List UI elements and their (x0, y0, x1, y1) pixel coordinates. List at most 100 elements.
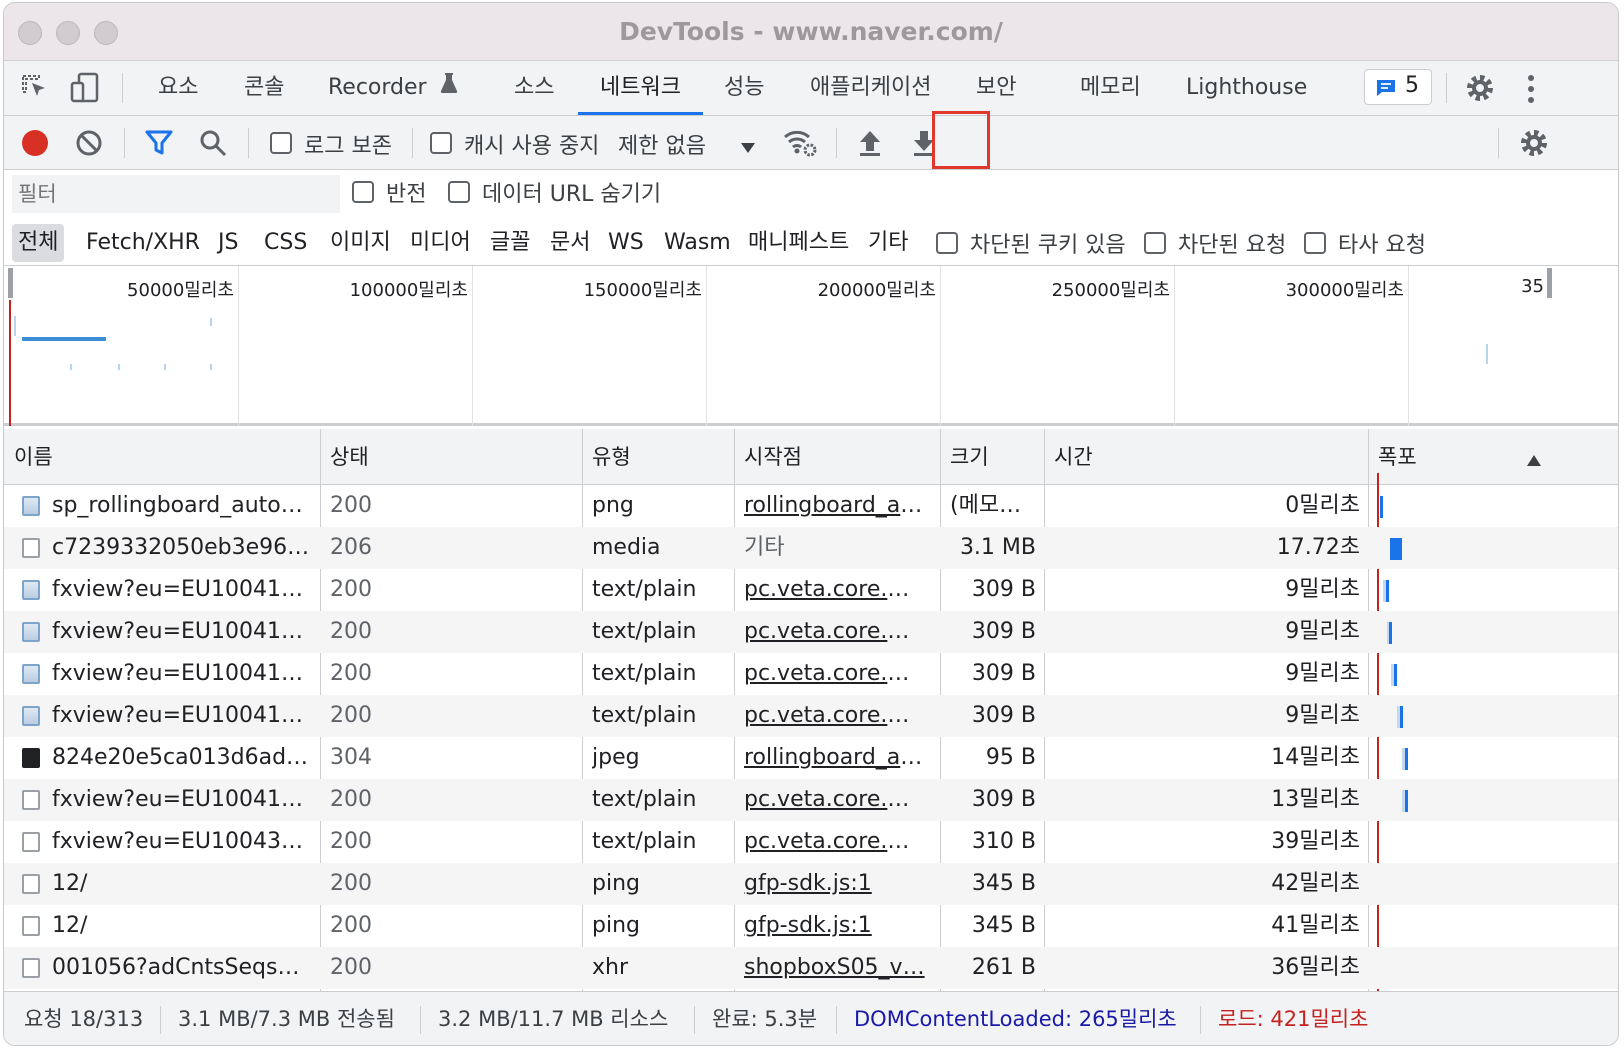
column-name[interactable]: 이름 (4, 429, 53, 485)
chevron-down-icon[interactable] (740, 136, 756, 160)
tab-application[interactable]: 애플리케이션 (810, 61, 931, 115)
network-settings-gear-icon[interactable] (1518, 127, 1550, 164)
inspect-element-icon[interactable] (20, 73, 50, 108)
request-name[interactable]: sp_rollingboard_autop… (52, 485, 314, 527)
table-row[interactable]: fxview?eu=EU100431… 200 text/plain pc.veta.… (4, 821, 1618, 863)
blocked-cookies-checkbox[interactable] (936, 232, 958, 254)
status-bar: 요청 18/313 3.1 MB/7.3 MB 전송됨 3.2 MB/11.7 … (4, 991, 1618, 1045)
table-row[interactable]: 824e20e5ca013d6add… 304 jpeg rollingboard_a… (4, 737, 1618, 779)
table-row[interactable]: fxview?eu=EU100418… 200 text/plain pc.veta.… (4, 779, 1618, 821)
invert-checkbox[interactable] (352, 181, 374, 203)
search-icon[interactable] (198, 128, 228, 163)
preserve-log-checkbox[interactable] (270, 132, 292, 154)
throttling-select[interactable]: 제한 없음 (618, 128, 706, 160)
filter-icon[interactable] (144, 128, 174, 163)
column-waterfall[interactable]: 폭포 (1368, 429, 1417, 485)
request-name[interactable]: 001056?adCntsSeqs=… (52, 947, 314, 989)
request-initiator[interactable]: rollingboard_au… (744, 737, 930, 779)
table-row[interactable]: c7239332050eb3e966… 206 media 기타 3.1 MB 17.72… (4, 527, 1618, 569)
table-row[interactable]: fxview?eu=EU100418… 200 text/plain pc.veta.… (4, 611, 1618, 653)
tab-recorder[interactable]: Recorder (328, 61, 458, 115)
request-type: ping (592, 913, 640, 938)
request-initiator[interactable]: pc.veta.core.mi… (744, 695, 930, 737)
request-name[interactable]: c7239332050eb3e966… (52, 527, 314, 569)
more-options-icon[interactable] (1526, 73, 1536, 110)
type-fetch-xhr-button[interactable]: Fetch/XHR (86, 224, 200, 262)
request-size: 309 B (971, 619, 1036, 644)
request-initiator[interactable]: pc.veta.core.mi… (744, 821, 930, 863)
record-icon[interactable] (20, 128, 50, 163)
tab-network[interactable]: 네트워크 (578, 61, 703, 115)
third-party-checkbox[interactable] (1304, 232, 1326, 254)
type-media-button[interactable]: 미디어 (410, 224, 471, 262)
request-initiator[interactable]: pc.veta.core.mi… (744, 611, 930, 653)
tab-sources[interactable]: 소스 (514, 61, 554, 115)
type-all-button[interactable]: 전체 (12, 224, 65, 262)
column-initiator[interactable]: 시작점 (734, 429, 802, 485)
table-row[interactable]: sp_rollingboard_autop… 200 png rollingboard… (4, 485, 1618, 527)
device-toolbar-icon[interactable] (70, 71, 102, 110)
request-name[interactable]: fxview?eu=EU100418… (52, 653, 314, 695)
tab-security[interactable]: 보안 (976, 61, 1016, 115)
request-size: 345 B (971, 871, 1036, 896)
tab-console[interactable]: 콘솔 (244, 61, 284, 115)
request-initiator[interactable]: shopboxS05_v… (744, 947, 930, 989)
sort-ascending-icon[interactable] (1526, 449, 1542, 473)
overview-handle-left[interactable] (8, 268, 13, 298)
request-initiator[interactable]: pc.veta.core.mi… (744, 779, 930, 821)
tab-memory[interactable]: 메모리 (1080, 61, 1141, 115)
request-name[interactable]: fxview?eu=EU100418… (52, 779, 314, 821)
request-size: 309 B (971, 787, 1036, 812)
type-ws-button[interactable]: WS (608, 224, 644, 262)
column-time[interactable]: 시간 (1044, 429, 1093, 485)
table-row[interactable]: 001056?adCntsSeqs=… 200 xhr shopboxS05_v… 26… (4, 947, 1618, 989)
column-type[interactable]: 유형 (582, 429, 631, 485)
column-size[interactable]: 크기 (940, 429, 989, 485)
request-name[interactable]: fxview?eu=EU100418… (52, 611, 314, 653)
disable-cache-checkbox[interactable] (430, 132, 452, 154)
request-type: media (592, 535, 661, 560)
settings-gear-icon[interactable] (1464, 72, 1496, 109)
overview-tick-label: 50000밀리초 (127, 280, 234, 301)
type-wasm-button[interactable]: Wasm (664, 224, 731, 262)
request-initiator[interactable]: rollingboard_au… (744, 485, 930, 527)
file-icon (22, 538, 40, 558)
network-conditions-icon[interactable] (782, 126, 818, 163)
request-name[interactable]: 12/ (52, 905, 314, 947)
type-manifest-button[interactable]: 매니페스트 (748, 224, 849, 262)
overview-handle-right[interactable] (1547, 268, 1552, 298)
request-name[interactable]: fxview?eu=EU100418… (52, 569, 314, 611)
type-css-button[interactable]: CSS (264, 224, 307, 262)
filter-input[interactable] (12, 175, 340, 213)
request-initiator[interactable]: pc.veta.core.mi… (744, 653, 930, 695)
request-name[interactable]: 12/ (52, 863, 314, 905)
table-row[interactable]: fxview?eu=EU100418… 200 text/plain pc.veta.… (4, 653, 1618, 695)
type-font-button[interactable]: 글꼴 (490, 224, 530, 262)
overview-gridline (472, 266, 473, 426)
request-name[interactable]: fxview?eu=EU100431… (52, 821, 314, 863)
table-row[interactable]: fxview?eu=EU100418… 200 text/plain pc.veta.… (4, 569, 1618, 611)
tab-elements[interactable]: 요소 (158, 61, 198, 115)
type-image-button[interactable]: 이미지 (330, 224, 391, 262)
request-initiator[interactable]: gfp-sdk.js:1 (744, 905, 930, 947)
hide-data-urls-checkbox[interactable] (448, 181, 470, 203)
column-status[interactable]: 상태 (320, 429, 369, 485)
network-overview[interactable]: 50000밀리초 100000밀리초 150000밀리초 200000밀리초 2… (4, 266, 1618, 426)
tab-performance[interactable]: 성능 (724, 61, 764, 115)
request-initiator[interactable]: gfp-sdk.js:1 (744, 863, 930, 905)
table-row[interactable]: fxview?eu=EU100418… 200 text/plain pc.veta.… (4, 695, 1618, 737)
type-other-button[interactable]: 기타 (868, 224, 908, 262)
tab-lighthouse[interactable]: Lighthouse (1186, 61, 1307, 115)
table-row[interactable]: 12/200 ping gfp-sdk.js:1 345 B 41밀리초 (4, 905, 1618, 947)
request-name[interactable]: 824e20e5ca013d6add… (52, 737, 314, 779)
request-name[interactable]: fxview?eu=EU100418… (52, 695, 314, 737)
issues-button[interactable]: 5 (1364, 69, 1432, 105)
upload-har-icon[interactable] (856, 128, 884, 163)
clear-icon[interactable] (74, 128, 104, 163)
table-row[interactable]: 12/200 ping gfp-sdk.js:1 345 B 42밀리초 (4, 863, 1618, 905)
overview-bar (164, 364, 166, 370)
blocked-requests-checkbox[interactable] (1144, 232, 1166, 254)
request-initiator[interactable]: pc.veta.core.mi… (744, 569, 930, 611)
type-js-button[interactable]: JS (218, 224, 238, 262)
type-doc-button[interactable]: 문서 (550, 224, 590, 262)
